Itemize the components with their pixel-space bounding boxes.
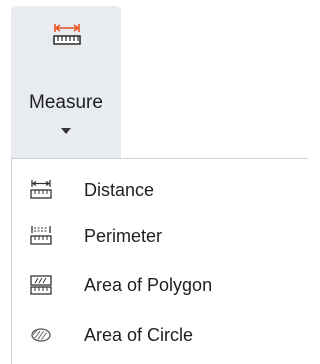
chevron-down-icon: [61, 128, 71, 134]
menu-item-label: Distance: [84, 179, 155, 200]
menu-item-area-of-circle[interactable]: Area of Circle: [12, 311, 308, 359]
ruler-perimeter-icon: [30, 226, 52, 245]
ruler-measure-icon: [53, 24, 81, 45]
menu-item-perimeter[interactable]: Perimeter: [12, 212, 308, 260]
measure-dropdown-menu: Distance Perimeter Area of Polygon Area …: [11, 158, 308, 364]
measure-button-label: Measure: [29, 92, 103, 113]
circle-area-icon: [31, 328, 51, 342]
menu-item-area-of-polygon[interactable]: Area of Polygon: [12, 261, 308, 309]
ruler-distance-icon: [30, 180, 52, 199]
menu-item-label: Perimeter: [84, 225, 163, 246]
polygon-area-icon: [30, 275, 52, 295]
menu-item-distance[interactable]: Distance: [12, 166, 308, 214]
measure-tool-panel: Measure Distance Perimeter Area of Polyg…: [0, 0, 308, 364]
measure-button[interactable]: Measure: [11, 6, 121, 160]
menu-item-label: Area of Polygon: [84, 274, 213, 295]
menu-item-label: Area of Circle: [84, 324, 194, 345]
